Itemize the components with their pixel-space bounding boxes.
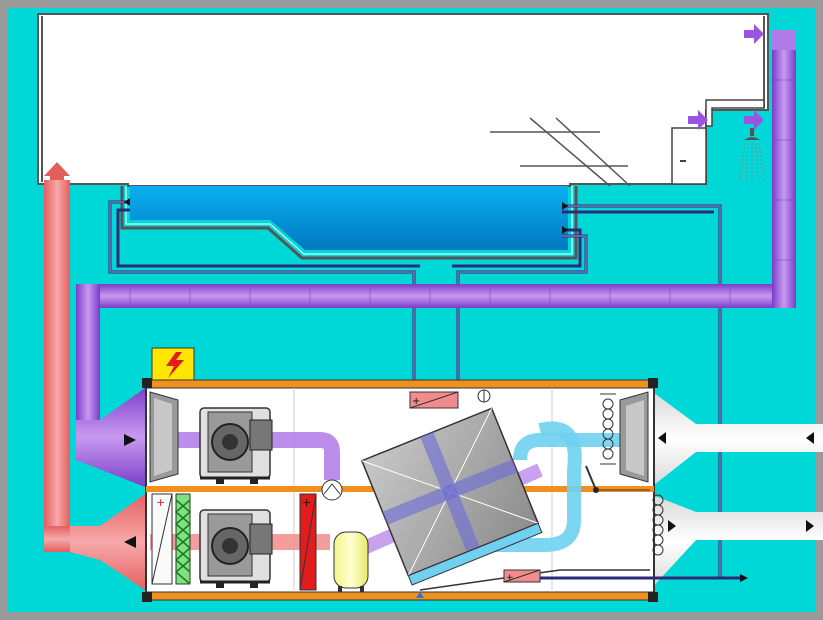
shower-cabin [671, 127, 707, 185]
warning-bolt-icon [151, 347, 195, 381]
tank-icon [333, 531, 369, 592]
svg-text:+: + [302, 496, 311, 509]
outdoor-air-duct [44, 180, 70, 552]
electric-heater-icon: + [151, 493, 173, 585]
svg-text:+: + [412, 396, 420, 407]
svg-text:+: + [156, 496, 165, 509]
svg-text:+: + [506, 573, 514, 583]
damper-icon [321, 479, 343, 501]
filter-icon [149, 391, 179, 483]
pool-hall [37, 13, 769, 187]
supply-air-duct [76, 284, 796, 308]
water-heater-coil: + [409, 391, 459, 409]
hvac-schematic: + + + + [0, 0, 823, 620]
filter-icon [174, 493, 192, 585]
heating-coil-icon: + [299, 493, 317, 591]
fan-icon [199, 407, 273, 484]
hvac-diagram: + + + + [0, 0, 823, 620]
